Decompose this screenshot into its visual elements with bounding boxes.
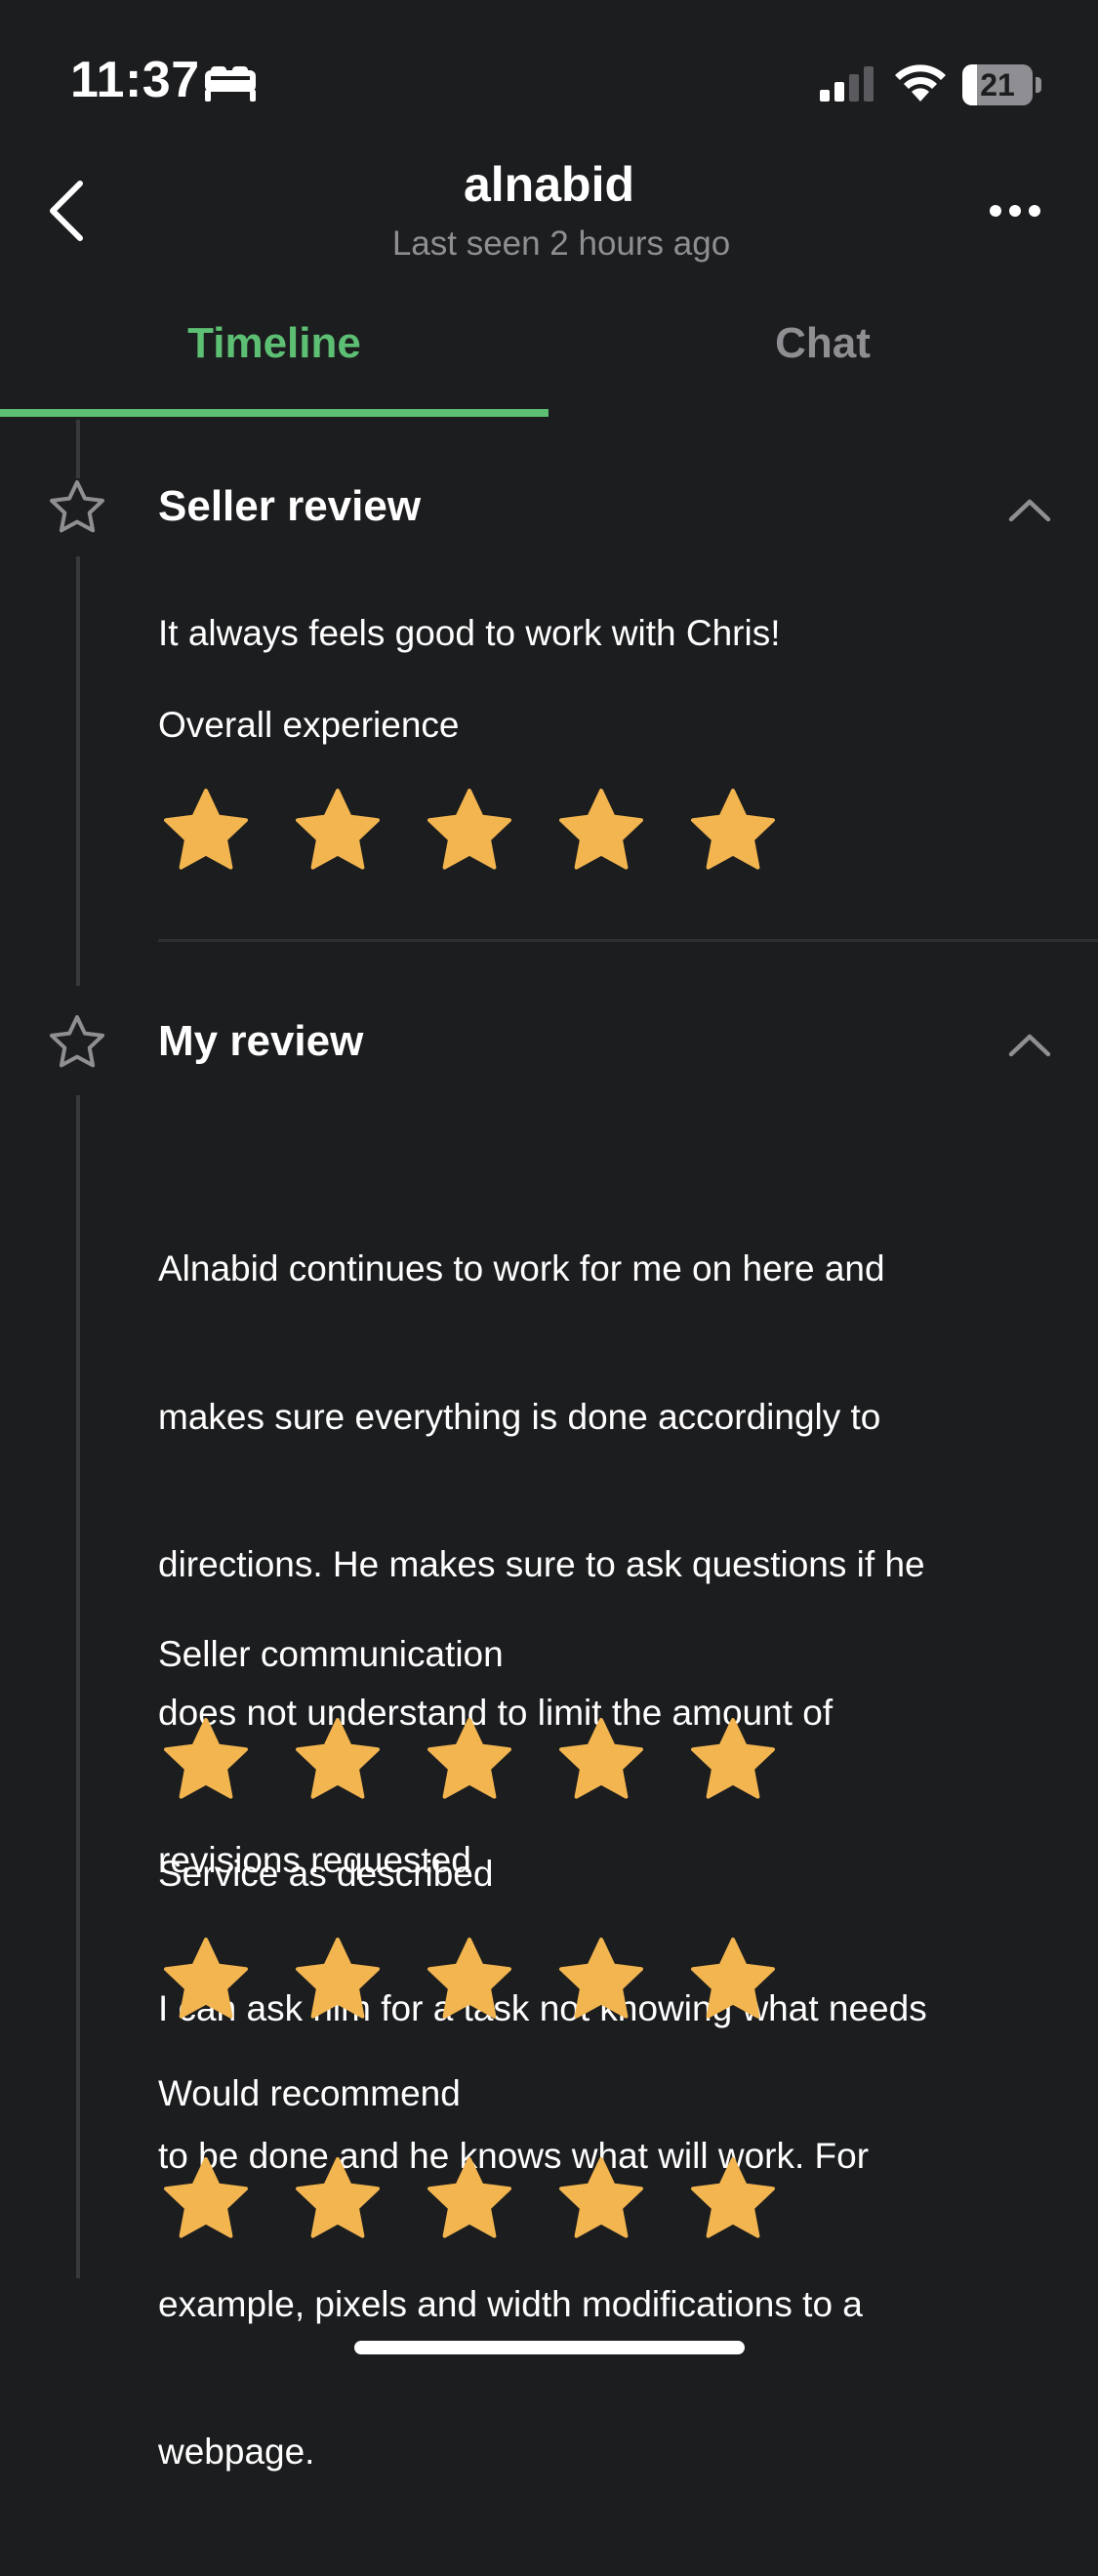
star-filled-icon [691,789,775,870]
more-options-button[interactable] [986,191,1044,230]
star-filled-icon [296,789,380,870]
status-bar: 11:37 21 [0,0,1098,146]
star-outline-icon [50,480,104,533]
tab-chat[interactable]: Chat [549,293,1097,394]
page-title: alnabid [463,157,635,212]
star-filled-icon [691,1938,775,2019]
chevron-up-icon [1008,1034,1051,1057]
wifi-icon [895,64,946,102]
star-filled-icon [427,1718,511,1799]
rating-label-overall-experience: Overall experience [158,705,460,745]
battery-cap [1036,77,1041,93]
star-filled-icon [296,1938,380,2019]
review-text-line: directions. He makes sure to ask questio… [158,1544,925,1584]
timeline-line [76,556,80,986]
seller-review-text: It always feels good to work with Chris! [158,613,781,653]
battery-body: 21 [962,64,1033,105]
rating-stars-seller-communication [158,1716,793,1806]
star-filled-icon [691,2157,775,2238]
star-filled-icon [559,789,643,870]
star-filled-icon [164,2157,248,2238]
ellipsis-icon [990,205,1040,217]
review-text-line: webpage. [158,2432,315,2472]
sleep-focus-icon [205,66,256,102]
cellular-signal-icon [820,66,874,102]
tab-timeline[interactable]: Timeline [0,293,549,394]
review-text-line: example, pixels and width modifications … [158,2283,863,2324]
star-filled-icon [559,1938,643,2019]
my-review-title: My review [158,1017,364,1065]
star-filled-icon [427,2157,511,2238]
star-filled-icon [296,2157,380,2238]
status-time: 11:37 [70,52,200,108]
star-filled-icon [559,2157,643,2238]
rating-stars-would-recommend [158,2155,793,2245]
star-filled-icon [427,789,511,870]
star-filled-icon [427,1938,511,2019]
review-text-line: Alnabid continues to work for me on here… [158,1248,885,1288]
chevron-up-icon [1008,499,1051,522]
last-seen-status: Last seen 2 hours ago [391,225,731,263]
star-outline-icon [50,1015,104,1068]
timeline-line [76,420,80,478]
rating-label-would-recommend: Would recommend [158,2073,461,2113]
timeline-line [76,1095,80,2278]
seller-review-title: Seller review [158,482,422,530]
active-tab-indicator [0,409,549,417]
rating-stars-service-as-described [158,1936,793,2025]
star-filled-icon [296,1718,380,1799]
battery-level: 21 [980,67,1015,102]
home-indicator [354,2341,745,2354]
star-filled-icon [164,1938,248,2019]
section-divider [158,939,1098,942]
tab-bar: Timeline Chat [0,293,1098,420]
star-filled-icon [164,789,248,870]
rating-stars-overall-experience [158,787,793,877]
review-text-line: makes sure everything is done accordingl… [158,1396,881,1437]
star-filled-icon [164,1718,248,1799]
star-filled-icon [691,1718,775,1799]
rating-label-service-as-described: Service as described [158,1854,494,1894]
collapse-my-review-button[interactable] [1005,1029,1054,1060]
battery-icon: 21 [962,64,1042,105]
rating-label-seller-communication: Seller communication [158,1634,504,1674]
star-filled-icon [559,1718,643,1799]
collapse-seller-review-button[interactable] [1005,494,1054,525]
